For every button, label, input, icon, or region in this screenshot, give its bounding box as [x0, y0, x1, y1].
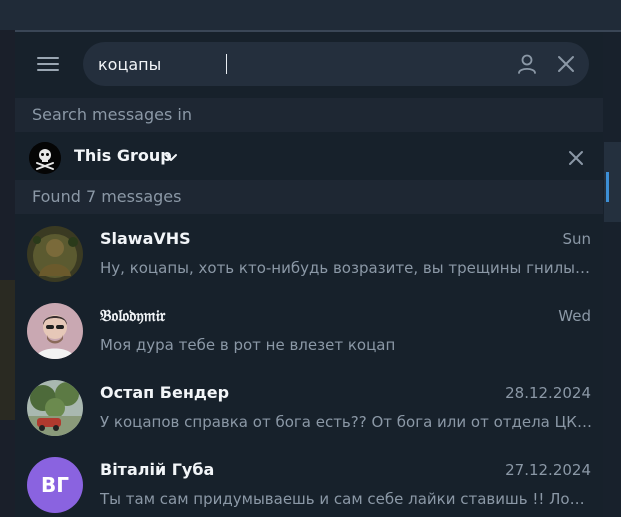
- background-right-edge: [603, 32, 621, 517]
- jolly-roger-icon: [29, 142, 61, 174]
- background-accent-fragment: [606, 172, 609, 202]
- search-box: [83, 42, 589, 86]
- avatar-initials: ВГ: [41, 473, 69, 497]
- scope-selector[interactable]: This Group: [74, 146, 172, 165]
- results-list: SlawaVHS Sun Ну, коцапы, хоть кто-нибудь…: [15, 216, 603, 517]
- close-icon[interactable]: [556, 54, 576, 74]
- window-top-bar: [0, 0, 621, 32]
- result-date: Sun: [562, 230, 591, 248]
- background-left-edge: [0, 30, 15, 517]
- avatar-image: [27, 303, 83, 359]
- result-date: Wed: [558, 307, 591, 325]
- list-item[interactable]: 𝔅𝔬𝔩𝔬𝔡𝔶𝔪𝔦𝔯 Wed Моя дура тебе в рот не вле…: [15, 293, 603, 370]
- result-date: 27.12.2024: [505, 461, 591, 479]
- result-message: Ты там сам придумываешь и сам себе лайки…: [100, 490, 592, 508]
- avatar-image: [27, 380, 83, 436]
- background-image-fragment: [0, 280, 15, 420]
- text-caret: [226, 54, 227, 74]
- search-scope-row: This Group: [15, 134, 603, 180]
- avatar-image: [27, 226, 83, 282]
- menu-button[interactable]: [35, 54, 61, 74]
- chevron-down-icon[interactable]: [164, 153, 178, 163]
- search-input[interactable]: [98, 52, 498, 76]
- results-header-text: Found 7 messages: [32, 187, 182, 206]
- result-message: Моя дура тебе в рот не влезет коцап: [100, 336, 396, 354]
- result-date: 28.12.2024: [505, 384, 591, 402]
- user-icon[interactable]: [516, 53, 538, 75]
- results-header: Found 7 messages: [15, 180, 603, 214]
- menu-icon-line: [37, 57, 59, 59]
- avatar: [27, 380, 83, 436]
- list-item[interactable]: SlawaVHS Sun Ну, коцапы, хоть кто-нибудь…: [15, 216, 603, 293]
- search-scope-header-text: Search messages in: [32, 105, 192, 124]
- avatar: [27, 303, 83, 359]
- group-avatar: [29, 142, 61, 174]
- result-message: Ну, коцапы, хоть кто-нибудь возразите, в…: [100, 259, 592, 277]
- result-sender: Віталій Губа: [100, 460, 215, 479]
- result-message: У коцапов справка от бога есть?? От бога…: [100, 413, 592, 431]
- avatar: ВГ: [27, 457, 83, 513]
- list-item[interactable]: Остап Бендер 28.12.2024 У коцапов справк…: [15, 370, 603, 447]
- result-sender: SlawaVHS: [100, 229, 191, 248]
- search-scope-header: Search messages in: [15, 98, 603, 132]
- search-header: [15, 32, 603, 98]
- result-sender: Остап Бендер: [100, 383, 230, 402]
- avatar: [27, 226, 83, 282]
- menu-icon-line: [37, 63, 59, 65]
- result-sender: 𝔅𝔬𝔩𝔬𝔡𝔶𝔪𝔦𝔯: [100, 306, 166, 325]
- list-item[interactable]: ВГ Віталій Губа 27.12.2024 Ты там сам пр…: [15, 447, 603, 517]
- clear-scope-icon[interactable]: [568, 150, 584, 166]
- menu-icon-line: [37, 69, 59, 71]
- search-panel: Search messages in This Group Found 7 me…: [15, 32, 603, 517]
